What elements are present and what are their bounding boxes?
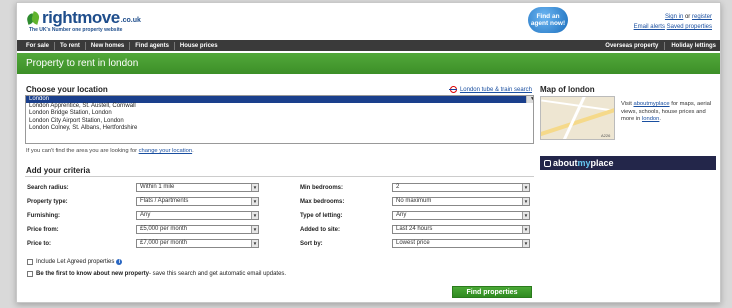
chevron-down-icon: ▼: [251, 240, 258, 247]
chevron-down-icon: ▼: [251, 226, 258, 233]
min-bedrooms-select[interactable]: 2 ▼: [392, 183, 530, 192]
aboutmyplace-logo-icon: [544, 159, 551, 167]
max-bedrooms-select[interactable]: No maximum ▼: [392, 197, 530, 206]
map-thumbnail[interactable]: A226: [540, 96, 615, 140]
location-option[interactable]: London Apprentice, St. Austell, Cornwall: [26, 103, 533, 110]
chevron-down-icon: ▼: [251, 184, 258, 191]
map-heading: Map of london: [540, 85, 595, 94]
email-alert-checkbox-row[interactable]: Be the first to know about new property …: [27, 271, 286, 277]
field-label: Sort by:: [300, 240, 323, 247]
location-option[interactable]: London: [26, 96, 533, 104]
field-label: Search radius:: [27, 184, 69, 191]
signin-link[interactable]: Sign in: [665, 14, 683, 20]
site-header: rightmove .co.uk The UK's Number one pro…: [17, 3, 720, 37]
tube-search-link[interactable]: London tube & train search: [448, 86, 532, 93]
aboutmyplace-link[interactable]: aboutmyplace: [633, 101, 669, 107]
field-label: Property type:: [27, 198, 68, 205]
browser-page: rightmove .co.uk The UK's Number one pro…: [16, 2, 721, 303]
furnishing-select[interactable]: Any ▼: [136, 211, 259, 220]
location-option[interactable]: London Bridge Station, London: [26, 110, 533, 117]
nav-overseas-property[interactable]: Overseas property: [599, 41, 666, 50]
field-label: Furnishing:: [27, 212, 60, 219]
page-title: Property to rent in london: [17, 53, 720, 74]
location-hint: If you can't find the area you are looki…: [26, 148, 194, 154]
rightmove-logo[interactable]: rightmove .co.uk: [25, 8, 141, 27]
tagline: The UK's Number one property website: [29, 27, 123, 33]
let-agreed-checkbox[interactable]: [27, 259, 33, 265]
let-agreed-checkbox-row[interactable]: Include Let Agreed properties i: [27, 259, 123, 265]
field-label: Type of letting:: [300, 212, 343, 219]
field-label: Price from:: [27, 226, 59, 233]
location-heading: Choose your location: [26, 85, 108, 94]
saved-properties-link[interactable]: Saved properties: [667, 24, 712, 30]
london-link[interactable]: london: [642, 116, 659, 122]
register-link[interactable]: register: [692, 14, 712, 20]
listbox-scrollbar[interactable]: ▲ ▼: [526, 96, 533, 104]
field-label: Min bedrooms:: [300, 184, 343, 191]
nav-holiday-lettings[interactable]: Holiday lettings: [665, 42, 716, 50]
email-alert-checkbox[interactable]: [27, 271, 33, 277]
logo-word: rightmove: [42, 8, 120, 27]
underground-icon: [448, 86, 457, 93]
chevron-down-icon: ▼: [522, 212, 529, 219]
location-listbox[interactable]: London London Apprentice, St. Austell, C…: [25, 95, 534, 144]
price-to-select[interactable]: £7,000 per month ▼: [136, 239, 259, 248]
field-label: Added to site:: [300, 226, 340, 233]
chevron-down-icon: ▼: [522, 198, 529, 205]
account-links: Sign in or register Email alerts Saved p…: [633, 14, 712, 30]
price-from-select[interactable]: £5,000 per month ▼: [136, 225, 259, 234]
nav-to-rent[interactable]: To rent: [55, 41, 86, 50]
main-nav: For sale To rent New homes Find agents H…: [17, 40, 720, 51]
location-option[interactable]: London Colney, St. Albans, Hertfordshire: [26, 125, 533, 132]
map-road-label: A226: [601, 133, 611, 138]
property-type-select[interactable]: Flats / Apartments ▼: [136, 197, 259, 206]
field-label: Price to:: [27, 240, 52, 247]
change-location-link[interactable]: change your location: [139, 148, 193, 154]
added-to-site-select[interactable]: Last 24 hours ▼: [392, 225, 530, 234]
location-option[interactable]: London City Airport Station, London: [26, 118, 533, 125]
search-radius-select[interactable]: Within 1 mile ▼: [136, 183, 259, 192]
search-panel: Choose your location London tube & train…: [24, 83, 534, 298]
chevron-down-icon: ▼: [522, 226, 529, 233]
scroll-down-icon[interactable]: ▼: [527, 96, 533, 104]
sort-by-select[interactable]: Lowest price ▼: [392, 239, 530, 248]
chevron-down-icon: ▼: [251, 198, 258, 205]
chevron-down-icon: ▼: [522, 240, 529, 247]
criteria-heading: Add your criteria: [26, 166, 91, 175]
find-agent-button[interactable]: Find an agent now!: [528, 7, 568, 33]
chevron-down-icon: ▼: [251, 212, 258, 219]
divider: [25, 176, 534, 177]
chevron-down-icon: ▼: [522, 184, 529, 191]
aboutmyplace-banner[interactable]: about my place: [540, 156, 716, 170]
logo-suffix: .co.uk: [120, 17, 141, 24]
nav-find-agents[interactable]: Find agents: [130, 41, 175, 50]
find-properties-button[interactable]: Find properties: [452, 286, 532, 298]
info-icon[interactable]: i: [116, 259, 123, 265]
letting-type-select[interactable]: Any ▼: [392, 211, 530, 220]
field-label: Max bedrooms:: [300, 198, 345, 205]
map-panel: Map of london A226 Visit aboutmyplace fo…: [539, 83, 716, 183]
email-alerts-link[interactable]: Email alerts: [634, 24, 665, 30]
map-description: Visit aboutmyplace for maps, aerial view…: [621, 101, 712, 122]
nav-new-homes[interactable]: New homes: [86, 41, 131, 50]
leaf-logo-icon: [25, 11, 41, 26]
nav-for-sale[interactable]: For sale: [26, 41, 56, 50]
nav-house-prices[interactable]: House prices: [175, 42, 223, 50]
